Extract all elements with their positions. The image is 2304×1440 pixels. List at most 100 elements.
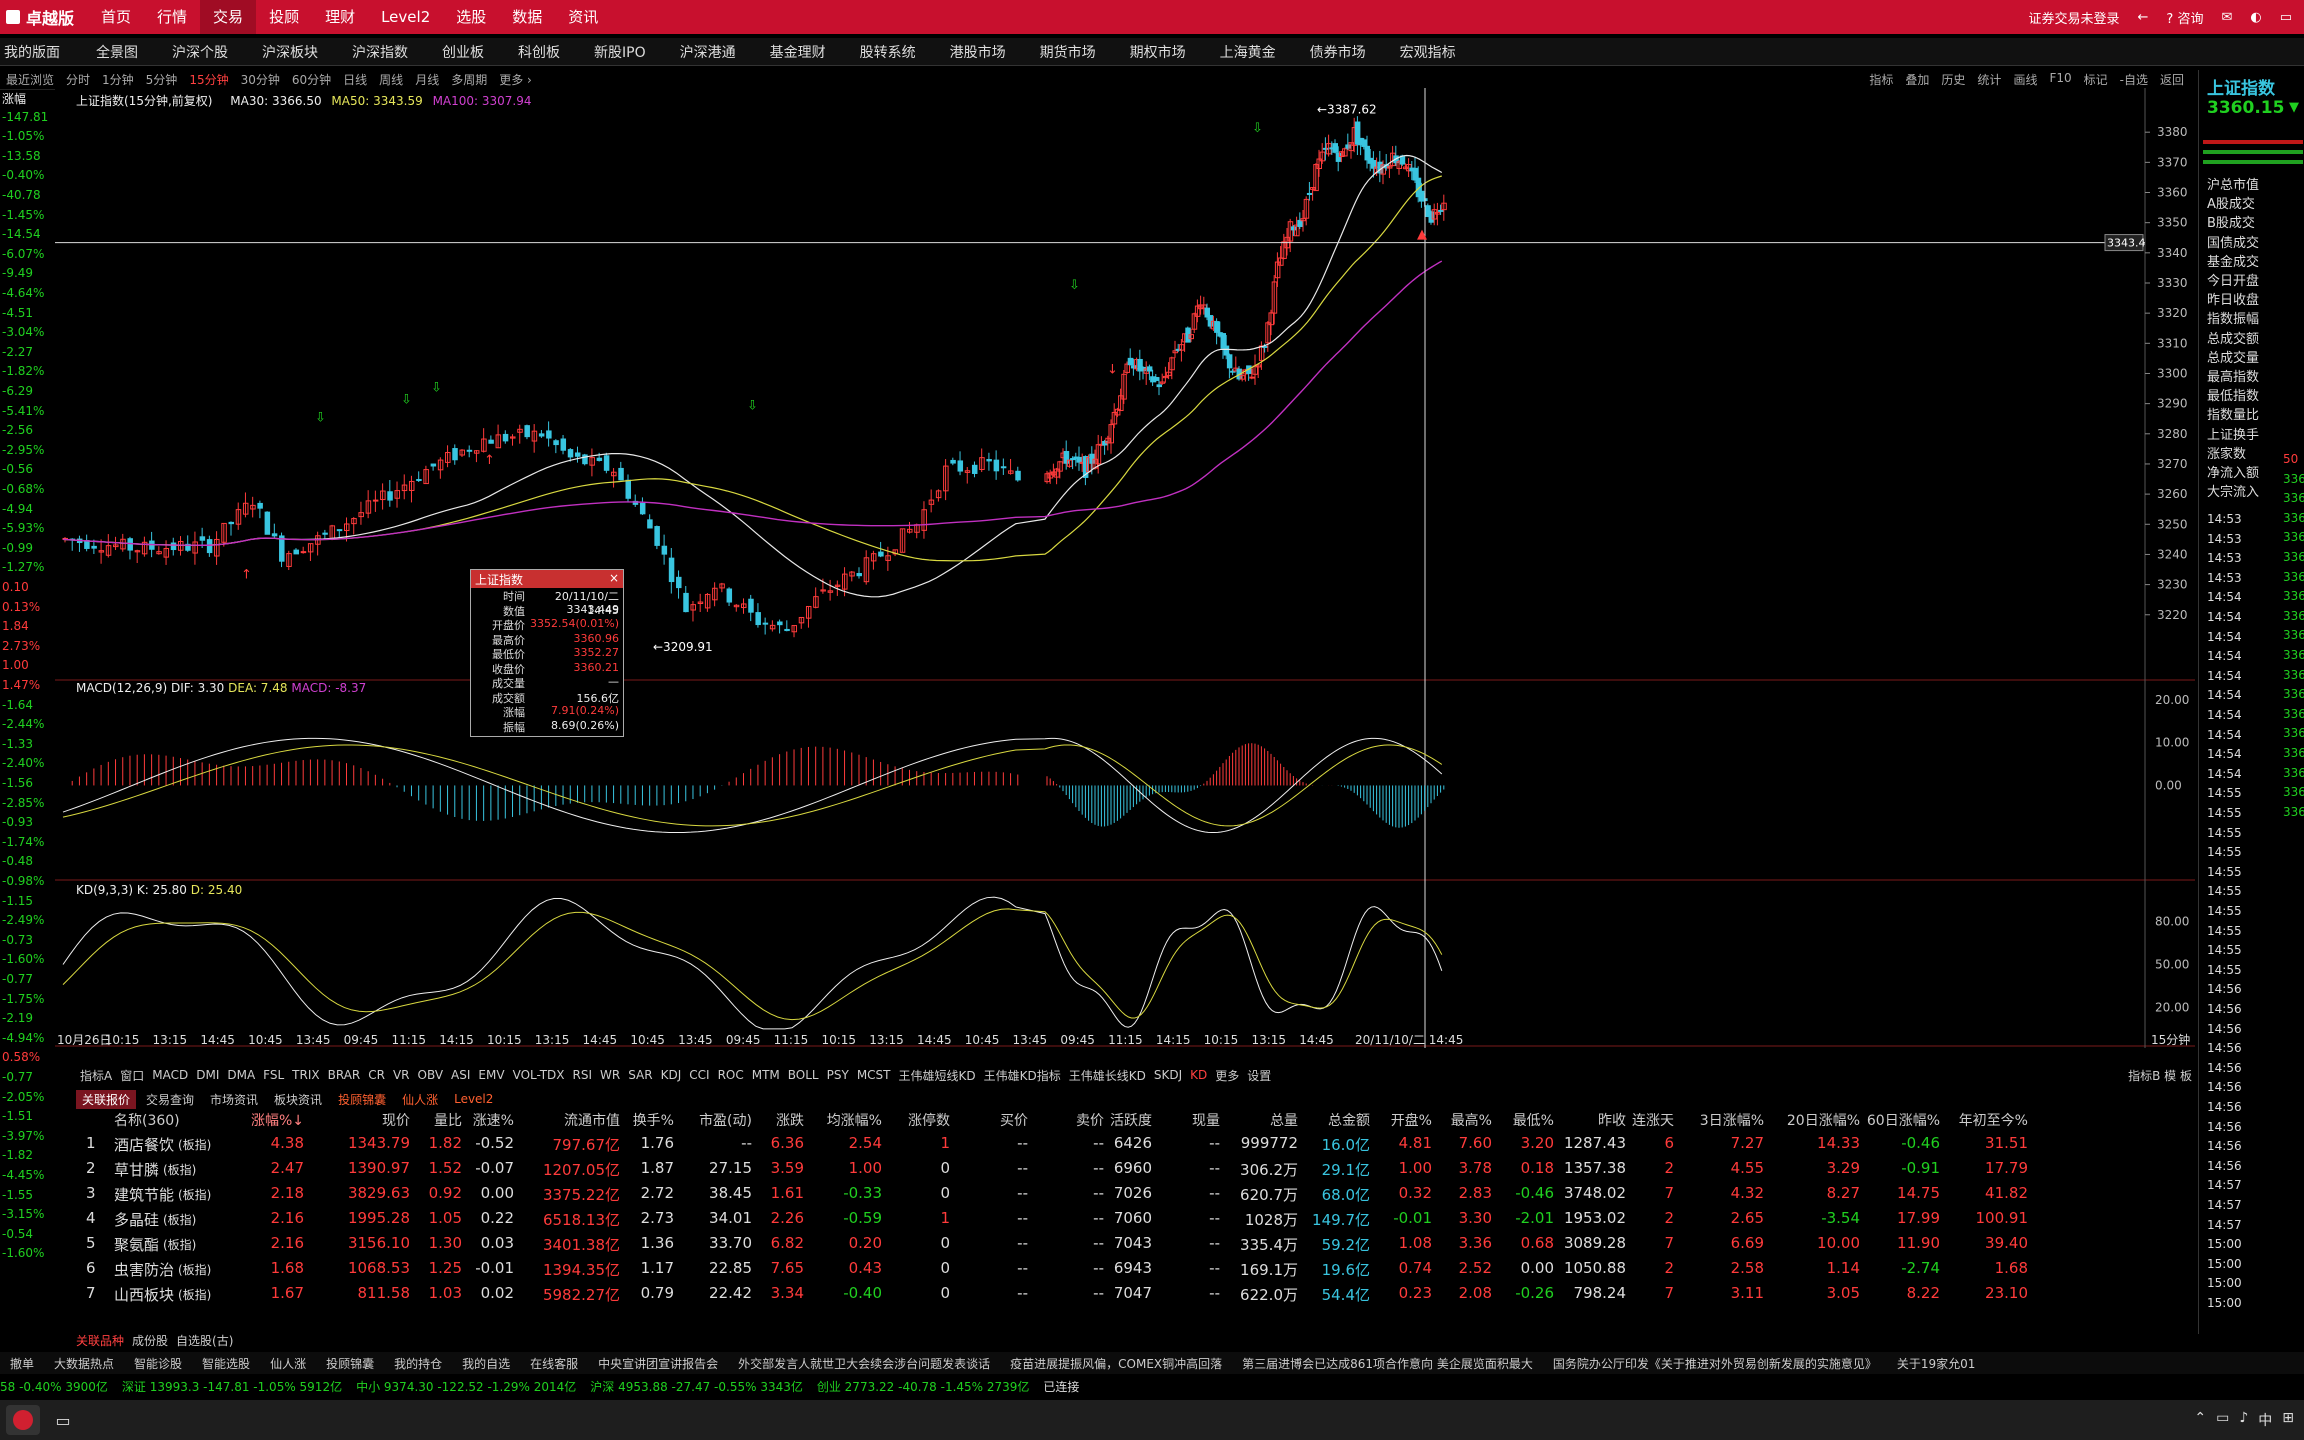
indicator-tab[interactable]: DMA [223, 1068, 259, 1082]
indicator-tab[interactable]: SAR [624, 1068, 656, 1082]
indicator-tab[interactable]: OBV [414, 1068, 448, 1082]
list-value[interactable]: -5.93% [2, 521, 44, 535]
list-value[interactable]: 1.00 [2, 658, 29, 672]
indicator-tab[interactable]: 窗口 [116, 1067, 148, 1084]
list-value[interactable]: -1.15 [2, 894, 33, 908]
column-header[interactable]: 名称(360) [114, 1110, 180, 1130]
tool-button[interactable]: 返回 [2154, 71, 2190, 88]
list-value[interactable]: -1.60% [2, 1246, 44, 1260]
market-tab[interactable]: 基金理财 [762, 42, 852, 62]
list-value[interactable]: -2.19 [2, 1011, 33, 1025]
tool-button[interactable]: 统计 [1971, 71, 2007, 88]
column-header[interactable]: 3日涨幅% [1688, 1110, 1764, 1130]
news-item[interactable]: 投顾锦囊 [316, 1355, 384, 1372]
market-tab[interactable]: 我的版面 [0, 42, 88, 62]
column-header[interactable]: 换手% [610, 1110, 674, 1130]
menu-item[interactable]: 选股 [443, 0, 499, 34]
list-value[interactable]: -1.64 [2, 698, 33, 712]
mail-icon[interactable]: ✉ [2221, 10, 2232, 25]
market-tab[interactable]: 期权市场 [1122, 42, 1212, 62]
period-button[interactable]: 最近浏览 [0, 71, 60, 88]
menu-item[interactable]: 投顾 [256, 0, 312, 34]
market-tab[interactable]: 沪深板块 [254, 42, 344, 62]
list-value[interactable]: -4.94% [2, 1031, 44, 1045]
market-tab[interactable]: 期货市场 [1032, 42, 1122, 62]
indicator-tab[interactable]: 指标A [76, 1067, 116, 1084]
list-value[interactable]: -4.64% [2, 286, 44, 300]
list-value[interactable]: 1.84 [2, 619, 29, 633]
market-tab[interactable]: 债券市场 [1302, 42, 1392, 62]
market-tab[interactable]: 上海黄金 [1212, 42, 1302, 62]
indicator-tab[interactable]: KDJ [657, 1068, 686, 1082]
list-value[interactable]: -1.82 [2, 1148, 33, 1162]
list-value[interactable]: -1.51 [2, 1109, 33, 1123]
row-name[interactable]: 草甘膦 [114, 1159, 159, 1180]
bottom-tab[interactable]: 自选股(古) [176, 1332, 233, 1350]
back-icon[interactable]: ← [2137, 10, 2148, 25]
list-value[interactable]: -0.77 [2, 1070, 33, 1084]
column-header[interactable]: 买价 [952, 1110, 1028, 1130]
indicator-tab[interactable]: ASI [447, 1068, 474, 1082]
list-value[interactable]: -1.56 [2, 776, 33, 790]
indicator-tab[interactable]: RSI [569, 1068, 597, 1082]
news-item[interactable]: 智能选股 [192, 1355, 260, 1372]
bottom-tab[interactable]: 关联品种 [76, 1332, 124, 1350]
taskbar-camera-icon[interactable]: ▭ [46, 1405, 80, 1435]
indicator-tab[interactable]: 更多 [1211, 1067, 1243, 1084]
list-value[interactable]: -3.15% [2, 1207, 44, 1221]
list-value[interactable]: 0.13% [2, 600, 40, 614]
market-tab[interactable]: 股转系统 [852, 42, 942, 62]
list-value[interactable]: -4.94 [2, 502, 33, 516]
column-header[interactable]: 年初至今% [1938, 1110, 2028, 1130]
column-header[interactable]: 均涨幅% [796, 1110, 882, 1130]
skin-icon[interactable]: ◐ [2250, 10, 2261, 25]
menu-item[interactable]: 数据 [499, 0, 555, 34]
list-value[interactable]: -5.41% [2, 404, 44, 418]
column-header[interactable]: 昨收 [1546, 1110, 1626, 1130]
row-name[interactable]: 酒店餐饮 [114, 1134, 174, 1155]
taskbar-app-icon[interactable] [6, 1405, 40, 1435]
list-value[interactable]: -4.51 [2, 306, 33, 320]
column-header[interactable]: 涨跌 [740, 1110, 804, 1130]
list-value[interactable]: -0.93 [2, 815, 33, 829]
table-row[interactable]: 1 酒店餐饮 (板指) 4.38 1343.79 1.82 -0.52 797.67亿 1.76… [76, 1130, 2196, 1155]
tool-button[interactable]: -自选 [2114, 71, 2154, 88]
menu-item[interactable]: 理财 [312, 0, 368, 34]
list-value[interactable]: -6.07% [2, 247, 44, 261]
indicator-tab[interactable]: VOL-TDX [509, 1068, 569, 1082]
list-value[interactable]: -1.82% [2, 364, 44, 378]
table-row[interactable]: 4 多晶硅 (板指) 2.16 1995.28 1.05 0.22 6518.13亿 2.73 3… [76, 1205, 2196, 1230]
period-button[interactable]: 60分钟 [286, 71, 337, 88]
tray-icon[interactable]: 中 [2258, 1410, 2272, 1430]
list-value[interactable]: -1.33 [2, 737, 33, 751]
menu-item[interactable]: 行情 [144, 0, 200, 34]
table-row[interactable]: 6 虫害防治 (板指) 1.68 1068.53 1.25 -0.01 1394.35亿 1.1… [76, 1255, 2196, 1280]
indicator-tab[interactable]: SKDJ [1150, 1068, 1186, 1082]
list-value[interactable]: -0.77 [2, 972, 33, 986]
sub-tab[interactable]: 市场资讯 [204, 1090, 264, 1109]
market-tab[interactable]: 港股市场 [942, 42, 1032, 62]
list-value[interactable]: -2.27 [2, 345, 33, 359]
sub-tab[interactable]: 板块资讯 [268, 1090, 328, 1109]
column-header[interactable]: 现量 [1156, 1110, 1220, 1130]
news-item[interactable]: 智能诊股 [124, 1355, 192, 1372]
row-name[interactable]: 多晶硅 [114, 1209, 159, 1230]
tool-button[interactable]: 指标 [1863, 71, 1899, 88]
column-header[interactable]: 涨停数 [886, 1110, 950, 1130]
list-value[interactable]: -147.81 [2, 110, 48, 124]
table-row[interactable]: 2 草甘膦 (板指) 2.47 1390.97 1.52 -0.07 1207.05亿 1.87… [76, 1155, 2196, 1180]
indicator-tab[interactable]: MCST [853, 1068, 895, 1082]
news-item[interactable]: 第三届进博会已达成861项合作意向 美企展览面积最大 [1232, 1355, 1543, 1372]
row-name[interactable]: 聚氨酯 [114, 1234, 159, 1255]
column-header[interactable]: 60日涨幅% [1860, 1110, 1940, 1130]
close-icon[interactable]: × [609, 571, 619, 585]
row-name[interactable]: 建筑节能 [114, 1184, 174, 1205]
news-item[interactable]: 我的持仓 [384, 1355, 452, 1372]
period-button[interactable]: 周线 [373, 71, 409, 88]
sub-tab[interactable]: 关联报价 [76, 1089, 137, 1109]
list-value[interactable]: -2.49% [2, 913, 44, 927]
list-value[interactable]: -0.68% [2, 482, 44, 496]
market-tab[interactable]: 宏观指标 [1392, 42, 1482, 62]
login-status[interactable]: 证券交易未登录 [2028, 8, 2119, 27]
tray-icon[interactable]: ▭ [2216, 1410, 2229, 1430]
